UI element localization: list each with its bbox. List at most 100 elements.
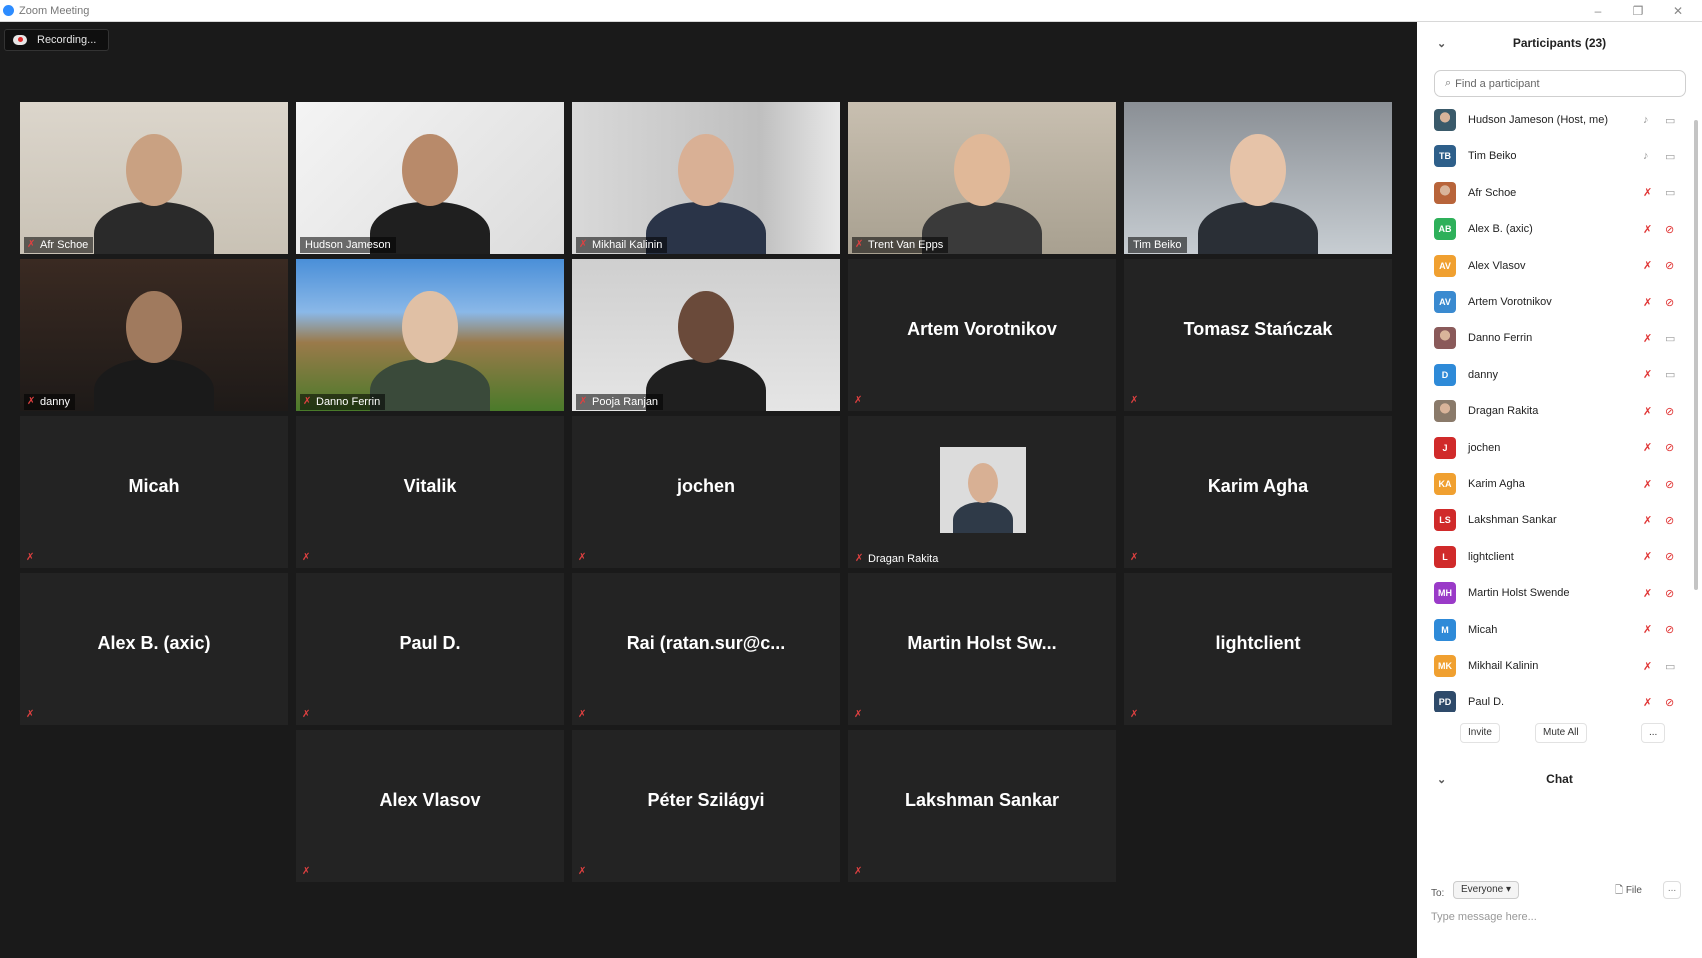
muted-mic-icon[interactable]: ✗ — [1643, 514, 1652, 527]
video-tile[interactable]: Rai (ratan.sur@c... ✗ — [572, 573, 840, 725]
participant-row[interactable]: Jjochen ✗ ⊘ — [1417, 430, 1702, 466]
muted-mic-icon[interactable]: ✗ — [1643, 441, 1652, 454]
camera-off-icon[interactable]: ⊘ — [1665, 587, 1674, 600]
camera-icon[interactable]: ▭ — [1665, 332, 1675, 345]
video-tile[interactable]: jochen ✗ — [572, 416, 840, 568]
participant-row[interactable]: AB Alex B. (axic) ✗ ⊘ — [1417, 211, 1702, 247]
muted-mic-icon[interactable]: ✗ — [1643, 296, 1652, 309]
video-tile[interactable]: Micah ✗ — [20, 416, 288, 568]
participant-row[interactable]: AV Alex Vlasov ✗ ⊘ — [1417, 248, 1702, 284]
participant-row[interactable]: Llightclient ✗ ⊘ — [1417, 539, 1702, 575]
video-tile[interactable]: Vitalik ✗ — [296, 416, 564, 568]
collapse-chat-icon[interactable]: ⌄ — [1437, 773, 1446, 786]
chat-message-input[interactable]: Type message here... — [1431, 911, 1537, 923]
participant-row[interactable]: Danno Ferrin ✗ ▭ — [1417, 320, 1702, 356]
video-tile[interactable]: Martin Holst Sw... ✗ — [848, 573, 1116, 725]
participant-row[interactable]: TB Tim Beiko ♪ ▭ — [1417, 138, 1702, 174]
video-tile[interactable]: ✗ Mikhail Kalinin — [572, 102, 840, 254]
video-tile[interactable]: Alex B. (axic) ✗ — [20, 573, 288, 725]
video-tile[interactable]: Karim Agha ✗ — [1124, 416, 1392, 568]
video-tile[interactable]: Alex Vlasov ✗ — [296, 730, 564, 882]
muted-mic-icon[interactable]: ✗ — [1643, 186, 1652, 199]
chat-more-button[interactable]: ... — [1663, 881, 1681, 899]
participant-row[interactable]: MK Mikhail Kalinin ✗ ▭ — [1417, 648, 1702, 684]
participant-row[interactable]: Afr Schoe ✗ ▭ — [1417, 175, 1702, 211]
participant-video — [296, 259, 564, 411]
video-tile[interactable]: Péter Szilágyi ✗ — [572, 730, 840, 882]
muted-mic-icon: ✗ — [578, 866, 587, 877]
participant-video — [296, 102, 564, 254]
camera-off-icon[interactable]: ⊘ — [1665, 405, 1674, 418]
muted-mic-icon[interactable]: ✗ — [1643, 478, 1652, 491]
video-tile[interactable]: ✗ Trent Van Epps — [848, 102, 1116, 254]
collapse-participants-icon[interactable]: ⌄ — [1437, 37, 1446, 50]
camera-off-icon[interactable]: ⊘ — [1665, 259, 1674, 272]
participant-row[interactable]: Hudson Jameson (Host, me) ♪ ▭ — [1417, 102, 1702, 138]
muted-mic-icon[interactable]: ✗ — [1643, 223, 1652, 236]
mute-all-button[interactable]: Mute All — [1535, 723, 1587, 743]
video-tile[interactable]: lightclient ✗ — [1124, 573, 1392, 725]
minimize-button[interactable]: – — [1580, 0, 1616, 22]
camera-off-icon[interactable]: ⊘ — [1665, 296, 1674, 309]
camera-off-icon[interactable]: ⊘ — [1665, 623, 1674, 636]
muted-mic-icon[interactable]: ✗ — [1643, 368, 1652, 381]
invite-button[interactable]: Invite — [1460, 723, 1500, 743]
chat-file-button[interactable]: 🗋 File — [1615, 883, 1642, 900]
participant-row[interactable]: PD Paul D. ✗ ⊘ — [1417, 684, 1702, 712]
muted-mic-icon[interactable]: ✗ — [1643, 696, 1652, 709]
muted-mic-icon[interactable]: ✗ — [1643, 405, 1652, 418]
avatar — [1434, 181, 1456, 204]
restore-button[interactable]: ❐ — [1620, 0, 1656, 22]
chat-recipient-select[interactable]: Everyone ▾ — [1453, 881, 1520, 899]
camera-off-icon[interactable]: ⊘ — [1665, 514, 1674, 527]
mic-icon[interactable]: ♪ — [1643, 150, 1649, 162]
camera-off-icon[interactable]: ⊘ — [1665, 550, 1674, 563]
participant-name: Alex Vlasov — [1468, 259, 1526, 272]
video-tile[interactable]: Tim Beiko — [1124, 102, 1392, 254]
muted-mic-icon[interactable]: ✗ — [1643, 660, 1652, 673]
video-tile[interactable]: Paul D. ✗ — [296, 573, 564, 725]
participant-list-scrollbar[interactable] — [1694, 120, 1698, 590]
participant-row[interactable]: KA Karim Agha ✗ ⊘ — [1417, 466, 1702, 502]
video-tile[interactable]: ✗ Dragan Rakita — [848, 416, 1116, 568]
video-tile[interactable]: Artem Vorotnikov ✗ — [848, 259, 1116, 411]
camera-icon[interactable]: ▭ — [1665, 660, 1675, 673]
participant-row[interactable]: Ddanny ✗ ▭ — [1417, 357, 1702, 393]
participant-row[interactable]: M Micah ✗ ⊘ — [1417, 612, 1702, 648]
recording-indicator[interactable]: Recording... — [4, 29, 110, 51]
tile-name-label: ✗ Pooja Ranjan — [576, 394, 664, 410]
participant-face — [678, 134, 734, 206]
muted-mic-icon[interactable]: ✗ — [1643, 587, 1652, 600]
muted-mic-icon[interactable]: ✗ — [1643, 332, 1652, 345]
close-button[interactable]: ✕ — [1660, 0, 1696, 22]
video-tile[interactable]: ✗ Afr Schoe — [20, 102, 288, 254]
participant-search-input[interactable]: ⌕ Find a participant — [1434, 70, 1686, 97]
muted-mic-icon[interactable]: ✗ — [1643, 259, 1652, 272]
camera-icon[interactable]: ▭ — [1665, 114, 1675, 127]
participants-more-button[interactable]: ... — [1641, 723, 1666, 743]
camera-off-icon[interactable]: ⊘ — [1665, 478, 1674, 491]
camera-icon[interactable]: ▭ — [1665, 368, 1675, 381]
muted-mic-icon[interactable]: ✗ — [1643, 623, 1652, 636]
video-tile[interactable]: ✗ danny — [20, 259, 288, 411]
video-tile[interactable]: ✗ Danno Ferrin — [296, 259, 564, 411]
camera-off-icon[interactable]: ⊘ — [1665, 441, 1674, 454]
video-tile[interactable]: Hudson Jameson — [296, 102, 564, 254]
camera-off-icon[interactable]: ⊘ — [1665, 223, 1674, 236]
video-tile[interactable]: ✗ Pooja Ranjan — [572, 259, 840, 411]
camera-icon[interactable]: ▭ — [1665, 150, 1675, 163]
participant-row[interactable]: AV Artem Vorotnikov ✗ ⊘ — [1417, 284, 1702, 320]
video-tile[interactable]: Tomasz Stańczak ✗ — [1124, 259, 1392, 411]
mic-icon[interactable]: ♪ — [1643, 114, 1649, 126]
participant-row[interactable]: MH Martin Holst Swende ✗ ⊘ — [1417, 575, 1702, 611]
tile-display-name: Péter Szilágyi — [647, 790, 765, 810]
participant-name: Artem Vorotnikov — [1468, 296, 1552, 308]
muted-mic-icon[interactable]: ✗ — [1643, 550, 1652, 563]
search-icon: ⌕ — [1445, 77, 1452, 89]
participant-row[interactable]: LS Lakshman Sankar ✗ ⊘ — [1417, 502, 1702, 538]
participant-row[interactable]: Dragan Rakita ✗ ⊘ — [1417, 393, 1702, 429]
tile-display-name: Tomasz Stańczak — [1183, 319, 1333, 339]
camera-icon[interactable]: ▭ — [1665, 186, 1675, 199]
camera-off-icon[interactable]: ⊘ — [1665, 696, 1674, 709]
video-tile[interactable]: Lakshman Sankar ✗ — [848, 730, 1116, 882]
